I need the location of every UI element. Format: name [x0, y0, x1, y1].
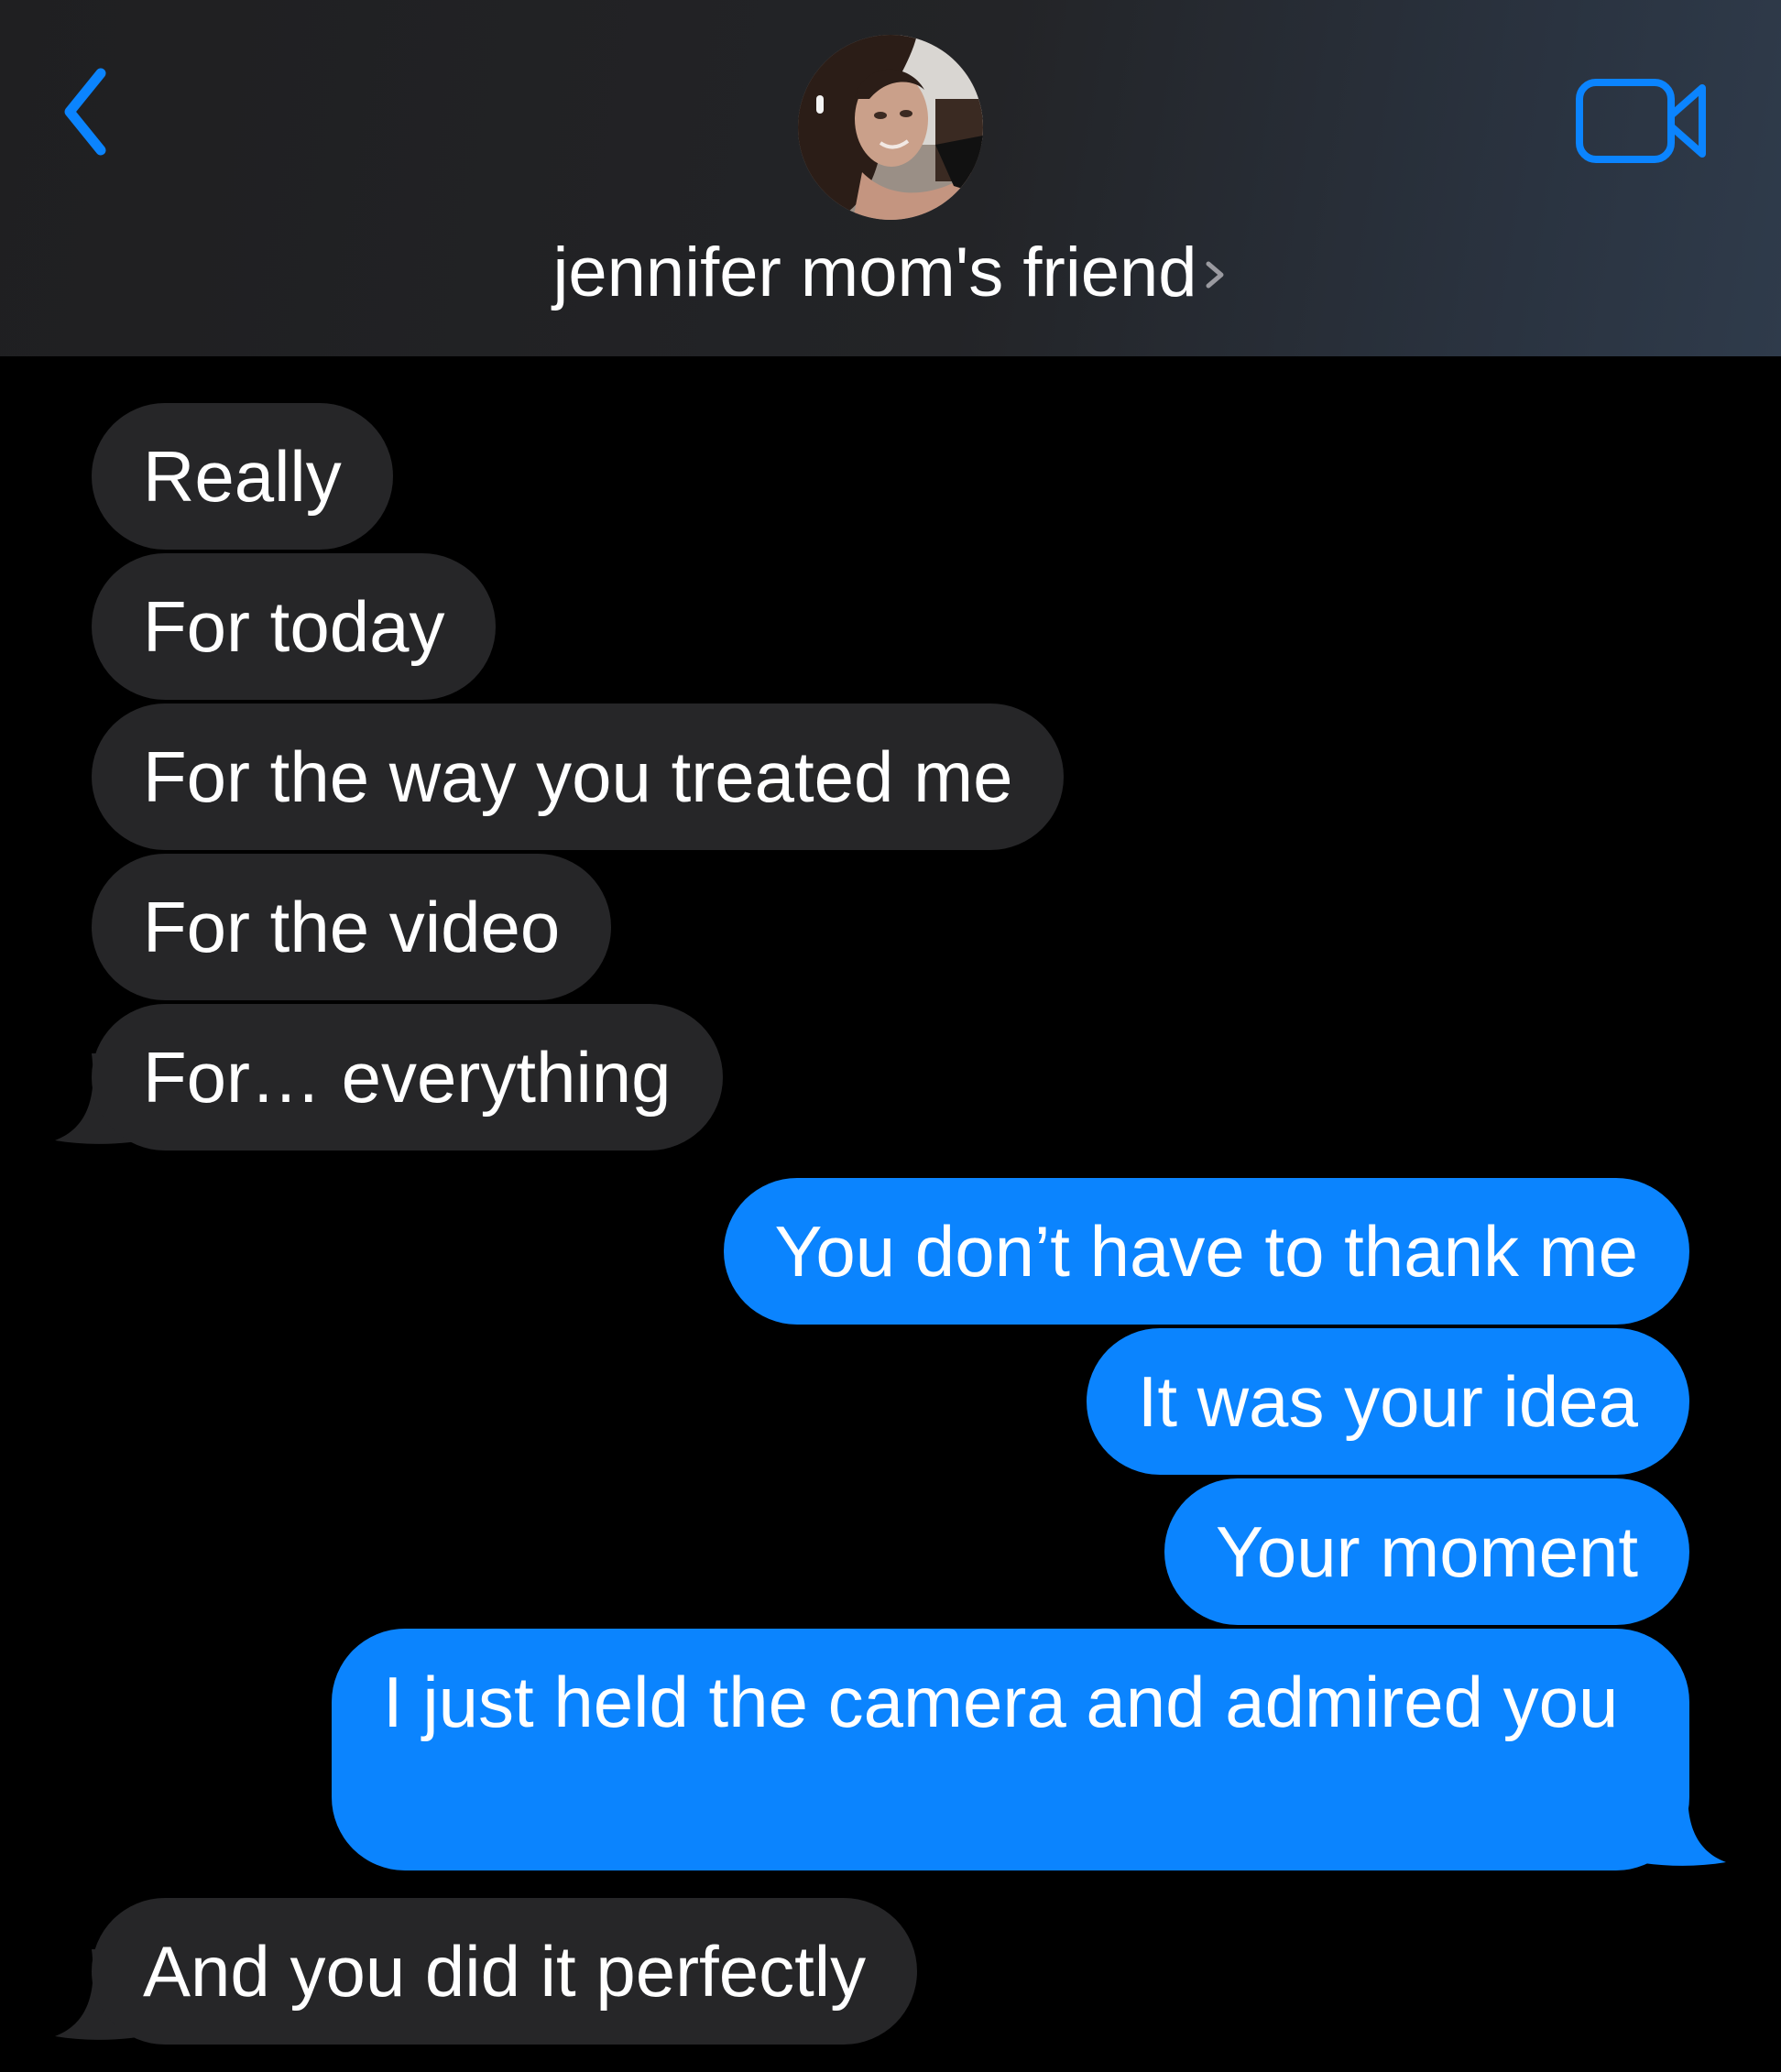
- video-camera-icon: [1576, 79, 1706, 163]
- chevron-left-icon: [64, 68, 106, 156]
- back-button[interactable]: [53, 57, 126, 167]
- message-bubble-received[interactable]: For the way you treated me: [92, 703, 1065, 850]
- chevron-right-icon: [1206, 261, 1223, 289]
- message-text: For… everything: [143, 1037, 672, 1118]
- message-bubble-sent[interactable]: I just held the camera and admired you: [332, 1629, 1689, 1870]
- contact-name: jennifer mom's friend: [552, 234, 1197, 311]
- message-bubble-received[interactable]: Really: [92, 403, 393, 550]
- message-text: And you did it perfectly: [143, 1931, 867, 2012]
- message-bubble-received[interactable]: For the video: [92, 854, 612, 1000]
- message-text: I just held the camera and admired you: [383, 1662, 1619, 1742]
- facetime-video-button[interactable]: [1574, 75, 1711, 167]
- contact-avatar[interactable]: [798, 35, 983, 220]
- message-text: For today: [143, 586, 445, 667]
- message-text: You don’t have to thank me: [774, 1211, 1638, 1292]
- message-text: It was your idea: [1137, 1361, 1638, 1442]
- message-bubble-received[interactable]: For… everything: [92, 1004, 723, 1151]
- message-bubble-received[interactable]: And you did it perfectly: [92, 1898, 918, 2045]
- message-bubble-received[interactable]: For today: [92, 553, 497, 700]
- message-text: Your moment: [1215, 1511, 1638, 1592]
- message-bubble-sent[interactable]: Your moment: [1164, 1478, 1689, 1625]
- message-text: For the video: [143, 887, 561, 967]
- message-bubble-sent[interactable]: It was your idea: [1086, 1328, 1689, 1475]
- contact-photo: [798, 35, 983, 220]
- conversation-header: jennifer mom's friend: [0, 0, 1781, 356]
- contact-name-button[interactable]: jennifer mom's friend: [0, 227, 1781, 319]
- message-text: Really: [143, 436, 342, 517]
- message-bubble-sent[interactable]: You don’t have to thank me: [723, 1178, 1689, 1325]
- message-text: For the way you treated me: [143, 736, 1013, 817]
